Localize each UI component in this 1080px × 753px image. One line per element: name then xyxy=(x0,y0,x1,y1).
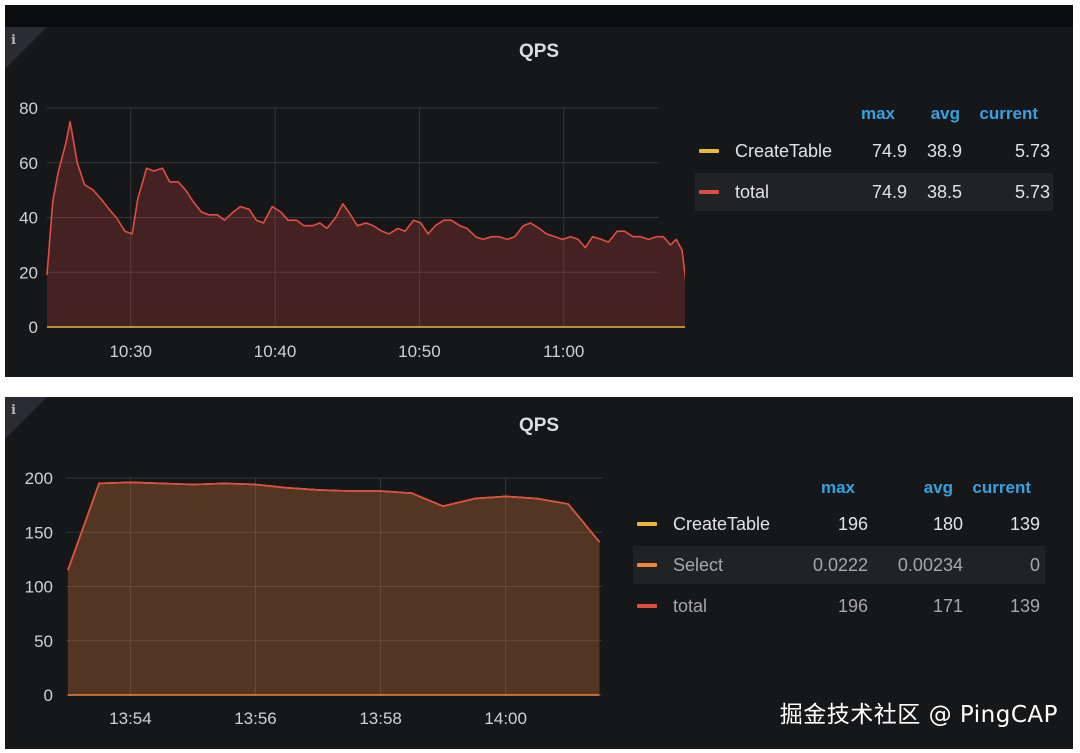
legend-current-value: 139 xyxy=(1009,514,1040,534)
series-area-total xyxy=(47,121,685,327)
x-tick-label: 10:30 xyxy=(109,342,152,361)
legend-series-name: CreateTable xyxy=(673,514,771,534)
legend-max-value: 74.9 xyxy=(871,141,907,161)
x-tick-label: 14:00 xyxy=(484,709,527,728)
qps-chart-1: 0 20 40 60 80 10:30 10:40 10:50 11:00 xyxy=(19,99,685,361)
y-tick-label: 80 xyxy=(19,99,38,118)
legend-series-name: total xyxy=(673,596,708,616)
series-area-total xyxy=(67,482,600,695)
qps-panel-1: i QPS 0 20 40 60 80 10:30 10:40 10:50 11:00 max … xyxy=(5,27,1073,377)
x-tick-label: 10:50 xyxy=(398,342,441,361)
legend-avg-value: 38.5 xyxy=(926,182,962,202)
legend-row-createtable[interactable]: CreateTable 74.9 38.9 5.73 xyxy=(695,132,1053,170)
legend-current-value: 0 xyxy=(1029,555,1040,575)
x-tick-label: 11:00 xyxy=(543,342,584,361)
legend-swatch xyxy=(699,190,719,194)
legend-swatch xyxy=(637,563,657,567)
legend-max-value: 74.9 xyxy=(871,182,907,202)
legend-swatch xyxy=(637,522,657,526)
legend-swatch xyxy=(637,604,657,608)
legend-header-max[interactable]: max xyxy=(813,478,855,502)
x-tick-label: 13:56 xyxy=(234,709,277,728)
legend-avg-value: 180 xyxy=(932,514,963,534)
legend-header-max[interactable]: max xyxy=(850,104,895,128)
y-tick-label: 20 xyxy=(19,263,38,282)
legend-current-value: 5.73 xyxy=(1014,182,1050,202)
y-tick-label: 0 xyxy=(29,318,38,337)
legend-series-name: CreateTable xyxy=(735,141,833,161)
x-tick-label: 13:58 xyxy=(359,709,402,728)
legend-series-name: total xyxy=(735,182,770,202)
y-tick-label: 50 xyxy=(34,632,53,651)
legend-header-current[interactable]: current xyxy=(970,104,1038,128)
x-tick-label: 10:40 xyxy=(254,342,297,361)
y-tick-label: 150 xyxy=(25,523,53,542)
legend-header-avg[interactable]: avg xyxy=(918,478,953,502)
legend-avg-value: 0.00234 xyxy=(897,555,963,575)
legend-header-avg[interactable]: avg xyxy=(920,104,960,128)
legend-row-total[interactable]: total 74.9 38.5 5.73 xyxy=(695,173,1053,211)
legend-max-value: 196 xyxy=(837,514,868,534)
legend-2: max avg current CreateTable 196 180 139 … xyxy=(633,478,1045,638)
legend-max-value: 0.0222 xyxy=(812,555,868,575)
watermark: 掘金技术社区 @ PingCAP xyxy=(779,702,1058,728)
legend-row-select[interactable]: Select 0.0222 0.00234 0 xyxy=(633,546,1045,584)
legend-current-value: 5.73 xyxy=(1014,141,1050,161)
legend-series-name: Select xyxy=(673,555,724,575)
legend-swatch xyxy=(699,149,719,153)
legend-current-value: 139 xyxy=(1009,596,1040,616)
legend-row-total[interactable]: total 196 171 139 xyxy=(633,587,1045,625)
legend-1: max avg current CreateTable 74.9 38.9 5.… xyxy=(695,104,1053,224)
y-tick-label: 100 xyxy=(25,578,53,597)
x-tick-label: 13:54 xyxy=(109,709,152,728)
y-tick-label: 60 xyxy=(19,154,38,173)
qps-chart-2: 0 50 100 150 200 13:54 13:56 13:58 14:00 xyxy=(25,469,602,728)
legend-avg-value: 38.9 xyxy=(926,141,962,161)
dashboard-top-strip xyxy=(5,5,1073,27)
y-tick-label: 0 xyxy=(44,686,53,705)
y-tick-label: 200 xyxy=(25,469,53,488)
legend-row-createtable[interactable]: CreateTable 196 180 139 xyxy=(633,505,1045,543)
legend-avg-value: 171 xyxy=(932,596,963,616)
y-tick-label: 40 xyxy=(19,209,38,228)
legend-max-value: 196 xyxy=(837,596,868,616)
legend-header-current[interactable]: current xyxy=(963,478,1031,502)
